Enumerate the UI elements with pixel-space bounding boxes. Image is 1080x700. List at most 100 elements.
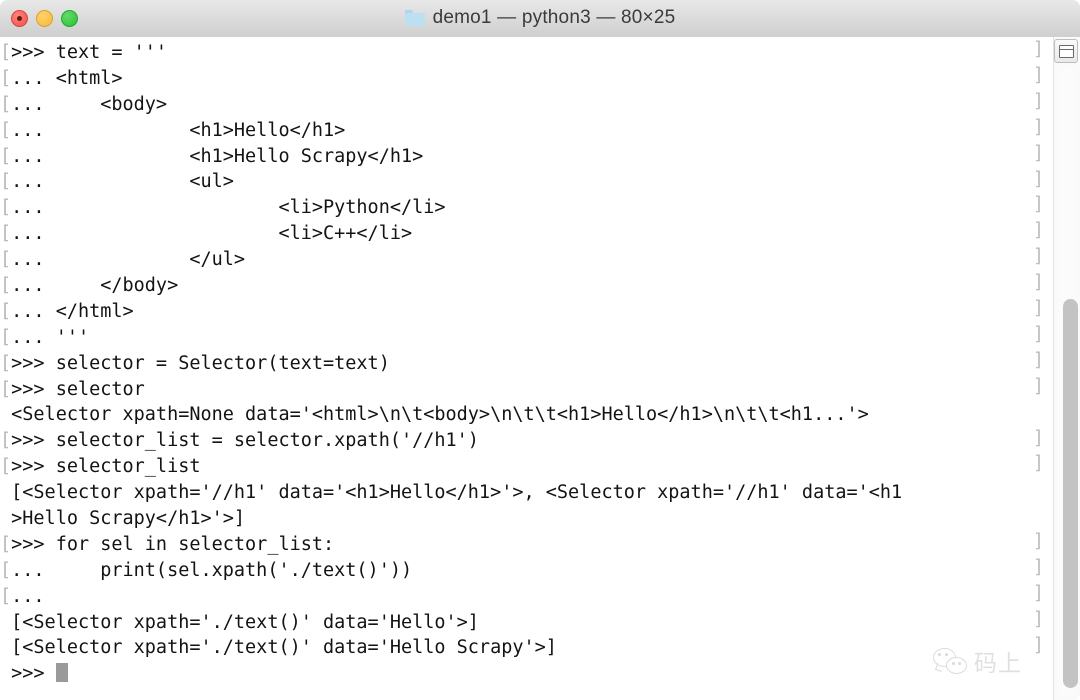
line-wrap-marker (0, 508, 11, 529)
line-end-marker: ] (1032, 582, 1044, 604)
terminal-line: >Hello Scrapy</h1>'>] (0, 506, 902, 532)
line-text: >>> (11, 663, 56, 685)
line-end-marker: ] (1032, 427, 1044, 449)
terminal-line: [>>> selector (0, 377, 902, 403)
line-wrap-marker: [ (0, 275, 12, 297)
line-end-marker: ] (1032, 116, 1044, 138)
line-wrap-marker: [ (0, 378, 12, 400)
line-end-marker: ] (1032, 557, 1044, 578)
line-wrap-marker: [ (0, 559, 12, 581)
line-end-marker: ] (1032, 246, 1044, 268)
line-wrap-marker (0, 637, 11, 658)
line-text: [<Selector xpath='./text()' data='Hello'… (11, 611, 479, 633)
line-text: ... <body> (11, 93, 168, 115)
line-end-marker: ] (1032, 608, 1044, 630)
line-end-marker: ] (1032, 323, 1044, 345)
line-text: ... </html> (11, 300, 134, 322)
line-wrap-marker: [ (0, 223, 12, 245)
terminal-line: >>> (0, 661, 902, 687)
line-end-marker: ] (1032, 375, 1044, 397)
split-pane-icon[interactable] (1054, 39, 1078, 63)
line-wrap-marker: [ (0, 171, 12, 193)
wechat-icon (933, 648, 967, 674)
line-wrap-marker: [ (0, 326, 12, 348)
line-end-marker: ] (1032, 64, 1044, 86)
line-wrap-marker: [ (0, 197, 12, 219)
line-text: ... <h1>Hello</h1> (11, 119, 346, 141)
terminal-line: [>>> for sel in selector_list: (0, 532, 902, 558)
line-wrap-marker (0, 404, 11, 425)
minimize-button[interactable] (36, 10, 53, 27)
line-wrap-marker: [ (0, 42, 12, 63)
terminal-line: <Selector xpath=None data='<html>\n\t<bo… (0, 402, 902, 428)
window-title-text: demo1 — python3 — 80×25 (432, 7, 676, 28)
terminal-line: [>>> selector = Selector(text=text) (0, 351, 902, 377)
line-end-marker: ] (1032, 220, 1044, 242)
line-end-marker: ] (1032, 349, 1044, 371)
line-end-marker: ] (1032, 142, 1044, 164)
line-text: ... ''' (11, 326, 90, 348)
line-text: [<Selector xpath='//h1' data='<h1>Hello<… (11, 482, 903, 504)
window-titlebar[interactable]: demo1 — python3 — 80×25 (0, 0, 1080, 38)
zoom-button[interactable] (61, 10, 78, 27)
line-end-marker: ] (1032, 453, 1044, 475)
close-button[interactable] (11, 10, 28, 27)
terminal-line: [... (0, 584, 902, 610)
line-text: ... <ul> (11, 171, 234, 193)
line-wrap-marker: [ (0, 585, 12, 607)
line-text: ... </body> (11, 275, 179, 297)
line-text: ... <h1>Hello Scrapy</h1> (11, 145, 424, 167)
terminal-line: [<Selector xpath='//h1' data='<h1>Hello<… (0, 480, 902, 506)
line-text: >>> selector = Selector(text=text) (11, 352, 390, 374)
line-wrap-marker (0, 482, 11, 503)
line-end-marker: ] (1032, 531, 1044, 553)
terminal-line: [... <li>Python</li> (0, 195, 902, 221)
terminal-cursor (55, 663, 69, 683)
line-text: >>> selector_list (11, 456, 201, 478)
terminal-scrollbar[interactable] (1053, 37, 1080, 700)
line-end-marker: ] (1032, 90, 1044, 112)
terminal-line: [<Selector xpath='./text()' data='Hello … (0, 635, 902, 661)
line-end-marker: ] (1032, 39, 1044, 60)
line-text: >>> selector (11, 378, 145, 400)
terminal-line: [... print(sel.xpath('./text()')) (0, 558, 902, 584)
terminal-line: [... <h1>Hello Scrapy</h1> (0, 144, 902, 170)
line-wrap-marker: [ (0, 430, 12, 452)
line-text: ... print(sel.xpath('./text()')) (11, 559, 413, 581)
terminal-viewport[interactable]: [>>> text = ''' [... <html> [... <body> [..… (0, 37, 1080, 700)
line-wrap-marker: [ (0, 67, 12, 89)
line-wrap-marker (0, 612, 11, 633)
line-end-marker: ] (1032, 194, 1044, 216)
line-text: ... <li>Python</li> (11, 197, 446, 219)
terminal-window: demo1 — python3 — 80×25 [>>> text = '''[… (0, 0, 1080, 700)
terminal-line: [... </ul> (0, 247, 902, 273)
line-text: <Selector xpath=None data='<html>\n\t<bo… (11, 404, 869, 426)
line-wrap-marker: [ (0, 119, 12, 141)
line-text: ... <html> (11, 67, 123, 89)
terminal-output[interactable]: [>>> text = ''' [... <html> [... <body> [..… (0, 37, 902, 687)
line-wrap-marker: [ (0, 300, 12, 322)
line-text: >Hello Scrapy</h1>'>] (11, 508, 246, 530)
line-wrap-marker (0, 663, 11, 684)
watermark-text: 码上 (974, 651, 1022, 677)
line-text: [<Selector xpath='./text()' data='Hello … (11, 637, 557, 659)
window-title: demo1 — python3 — 80×25 (0, 7, 1080, 30)
terminal-line: [... <html> (0, 66, 902, 92)
folder-icon (404, 10, 425, 26)
line-end-marker: ] (1032, 298, 1044, 319)
line-wrap-marker: [ (0, 456, 12, 478)
line-text: ... <li>C++</li> (11, 223, 413, 245)
watermark: 码上 (933, 644, 1022, 678)
terminal-line: [... ''' (0, 325, 902, 351)
terminal-line: [... <ul> (0, 169, 902, 195)
scrollbar-track[interactable] (1059, 67, 1078, 696)
line-end-marker: ] (1032, 272, 1044, 294)
line-text: ... (11, 585, 45, 607)
window-controls (11, 0, 78, 37)
scrollbar-thumb[interactable] (1063, 299, 1078, 688)
terminal-line: [>>> selector_list (0, 454, 902, 480)
terminal-line: [... <h1>Hello</h1> (0, 118, 902, 144)
terminal-line: [>>> text = ''' (0, 40, 902, 66)
terminal-line: [... <body> (0, 92, 902, 118)
line-text: ... </ul> (11, 249, 246, 271)
